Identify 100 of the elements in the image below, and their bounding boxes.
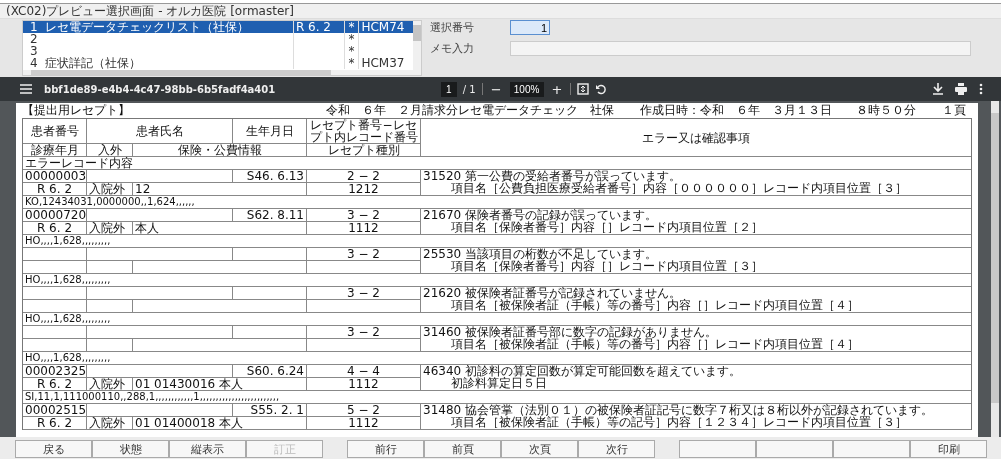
table-header: エラー又は確認事項 [421, 119, 971, 157]
report-name: レセ電データチェックリスト（社保） [44, 21, 294, 33]
error-message: 21620 被保険者証番号が記録されていません。 [423, 287, 681, 299]
table-cell: 00002515 [23, 404, 87, 417]
horizontal-scrollbar[interactable] [23, 70, 413, 75]
table-cell: R 6. 2 [23, 222, 87, 235]
report-list-row[interactable]: 3 * [23, 45, 413, 57]
error-message: 31520 第一公費の受給者番号が誤っています。 [423, 170, 682, 182]
zoom-field[interactable]: 100% [509, 81, 544, 97]
row-number: 2 [29, 33, 39, 45]
section-heading: 【提出用レセプト】 [22, 104, 130, 118]
table-cell: S62. 8.11 [233, 209, 307, 222]
report-list-row[interactable]: 1 レセ電データチェックリスト（社保） R 6. 2 * HCM74 [23, 21, 413, 33]
report-period: R 6. 2 [293, 21, 345, 33]
function-button[interactable]: 次頁 [501, 440, 578, 458]
table-cell: R 6. 2 [23, 378, 87, 391]
table-cell: 1112 [307, 417, 421, 430]
table-cell: 4 − 4 [307, 365, 421, 378]
menu-icon[interactable] [20, 84, 32, 94]
zoom-in-button[interactable]: + [549, 81, 565, 97]
error-detail: 初診料算定日５日 [450, 377, 547, 389]
more-icon[interactable] [979, 83, 983, 95]
table-cell: 入院外 [87, 417, 133, 430]
table-cell [23, 261, 87, 274]
document-title: 令和 ６年 ２月請求分レセ電データチェック 社保 [326, 104, 614, 118]
table-cell: 5 − 2 [307, 404, 421, 417]
report-mark: * [344, 45, 360, 57]
row-number: 1 [29, 21, 39, 33]
table-cell: 入院外 [87, 183, 133, 196]
table-cell: 3 − 2 [307, 287, 421, 300]
table-cell [87, 339, 133, 352]
table-cell: 本人 [133, 222, 307, 235]
row-number: 3 [29, 45, 39, 57]
table-cell: 3 − 2 [307, 326, 421, 339]
function-button[interactable]: 戻る [15, 440, 92, 458]
function-button[interactable]: 前行 [347, 440, 424, 458]
function-button[interactable]: 次行 [578, 440, 655, 458]
function-button[interactable]: 前頁 [424, 440, 501, 458]
table-cell: 3 − 2 [307, 209, 421, 222]
field-label: メモ入力 [430, 41, 475, 56]
report-name: 症状詳記（社保） [44, 57, 294, 69]
table-cell [23, 339, 87, 352]
report-mark: * [344, 21, 360, 33]
error-message: 46340 初診料の算定回数が算定可能回数を超えています。 [423, 365, 742, 377]
error-detail: 項目名［被保険者証（手帳）等の番号］内容［］レコード内項目位置［４］ [450, 338, 860, 350]
download-icon[interactable] [933, 83, 943, 95]
table-cell: 2 − 2 [307, 170, 421, 183]
vertical-scrollbar[interactable] [991, 101, 999, 437]
report-mark: * [344, 33, 360, 45]
function-button[interactable]: 印刷 [910, 440, 987, 458]
zoom-out-button[interactable]: − [488, 81, 504, 97]
table-cell: S60. 6.24 [233, 365, 307, 378]
table-cell: 12 [133, 183, 307, 196]
table-cell: 1212 [307, 183, 421, 196]
function-button[interactable]: 縦表示 [169, 440, 246, 458]
table-cell [87, 300, 133, 313]
table-cell: 01 01430016 本人 [133, 378, 307, 391]
fit-page-icon[interactable] [577, 83, 590, 95]
table-cell: HO,,,,1,628,,,,,,,,, [23, 235, 971, 248]
table-cell: R 6. 2 [23, 417, 87, 430]
print-icon[interactable] [955, 83, 967, 95]
table-cell: 入院外 [87, 378, 133, 391]
page-total: / 1 [462, 83, 476, 95]
function-button[interactable]: 状態 [92, 440, 169, 458]
page-number-field[interactable]: 1 [440, 81, 457, 97]
table-cell: 入院外 [87, 222, 133, 235]
table-cell: HO,,,,1,628,,,,,,,,, [23, 313, 971, 326]
table-cell: 01 01400018 本人 [133, 417, 307, 430]
table-cell: 00002325 [23, 365, 87, 378]
table-cell: エラーレコード内容 [23, 157, 971, 170]
rotate-icon[interactable] [595, 83, 608, 95]
window-title: (XC02)プレビュー選択画面 - オルカ医院 [ormaster] [6, 2, 294, 20]
table-cell [87, 261, 133, 274]
table-cell [23, 326, 87, 339]
report-list-row[interactable]: 4 症状詳記（社保） * HCM37 [23, 57, 413, 69]
table-header: 患者氏名 [87, 119, 233, 144]
table-cell: S55. 2. 1 [233, 404, 307, 417]
table-cell [23, 287, 87, 300]
table-cell [23, 248, 87, 261]
table-header: 患者番号 [23, 119, 87, 144]
table-cell: S46. 6.13 [233, 170, 307, 183]
table-header: 生年月日 [233, 119, 307, 144]
selection-number-field[interactable]: 1 [510, 20, 550, 35]
table-cell: 00000003 [23, 170, 87, 183]
table-header: レセプト種別 [307, 144, 421, 157]
table-cell: 1112 [307, 222, 421, 235]
table-cell: SI,11,1,111000110,,288,1,,,,,,,,,,,,1,,,,,,,,,,,,,,,,,,,,,,,,, [23, 391, 971, 404]
error-message: 25530 当該項目の桁数が不足しています。 [423, 248, 658, 260]
report-list[interactable]: 1 レセ電データチェックリスト（社保） R 6. 2 * HCM74 2 * 3 * 4 症状詳記（社保） * HCM37 [22, 20, 422, 76]
error-message: 21670 保険者番号の記録が誤っています。 [423, 209, 658, 221]
error-detail: 項目名［保険者番号］内容［］レコード内項目位置［３］ [450, 260, 764, 272]
table-header: 診療年月 [23, 144, 87, 157]
report-mark: * [344, 57, 360, 69]
memo-field[interactable] [510, 41, 971, 56]
table-cell: 1112 [307, 378, 421, 391]
table-cell: HO,,,,1,628,,,,,,,,, [23, 274, 971, 287]
vertical-scrollbar[interactable] [413, 21, 421, 75]
report-list-row[interactable]: 2 * [23, 33, 413, 45]
document-created: 作成日時：令和 ６年 ３月１３日 ８時５０分 [640, 104, 916, 118]
error-message: 31460 被保険者証番号部に数字の記録がありません。 [423, 326, 718, 338]
